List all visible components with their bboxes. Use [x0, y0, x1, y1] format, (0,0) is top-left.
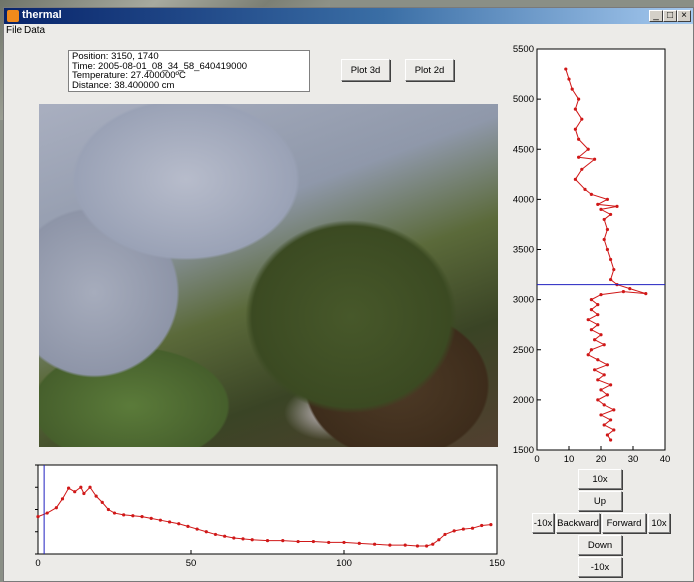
plot-2d-button[interactable]: Plot 2d [405, 59, 454, 81]
minimize-icon[interactable]: _ [649, 10, 663, 22]
plot-3d-button[interactable]: Plot 3d [341, 59, 390, 81]
up-10x-button[interactable]: 10x [578, 469, 622, 489]
backward-button[interactable]: Backward [556, 513, 600, 533]
thermal-image[interactable] [39, 104, 498, 447]
info-panel: Position: 3150, 1740 Time: 2005-08-01_08… [68, 50, 310, 92]
title-bar[interactable]: thermal _ □ × [4, 8, 693, 24]
menu-data[interactable]: Data [24, 25, 45, 36]
backward-10x-button[interactable]: -10x [532, 513, 554, 533]
down-10x-button[interactable]: -10x [578, 557, 622, 577]
thermal-window: thermal _ □ × File Data Position: 3150, … [3, 7, 694, 582]
up-button[interactable]: Up [578, 491, 622, 511]
down-button[interactable]: Down [578, 535, 622, 555]
menu-bar: File Data [4, 24, 693, 38]
forward-10x-button[interactable]: 10x [648, 513, 670, 533]
matlab-icon [7, 10, 19, 22]
menu-file[interactable]: File [6, 25, 22, 36]
close-icon[interactable]: × [677, 10, 691, 22]
maximize-icon[interactable]: □ [663, 10, 677, 22]
forward-button[interactable]: Forward [602, 513, 646, 533]
distance-text: Distance: 38.400000 cm [72, 79, 175, 91]
window-title: thermal [22, 9, 62, 21]
